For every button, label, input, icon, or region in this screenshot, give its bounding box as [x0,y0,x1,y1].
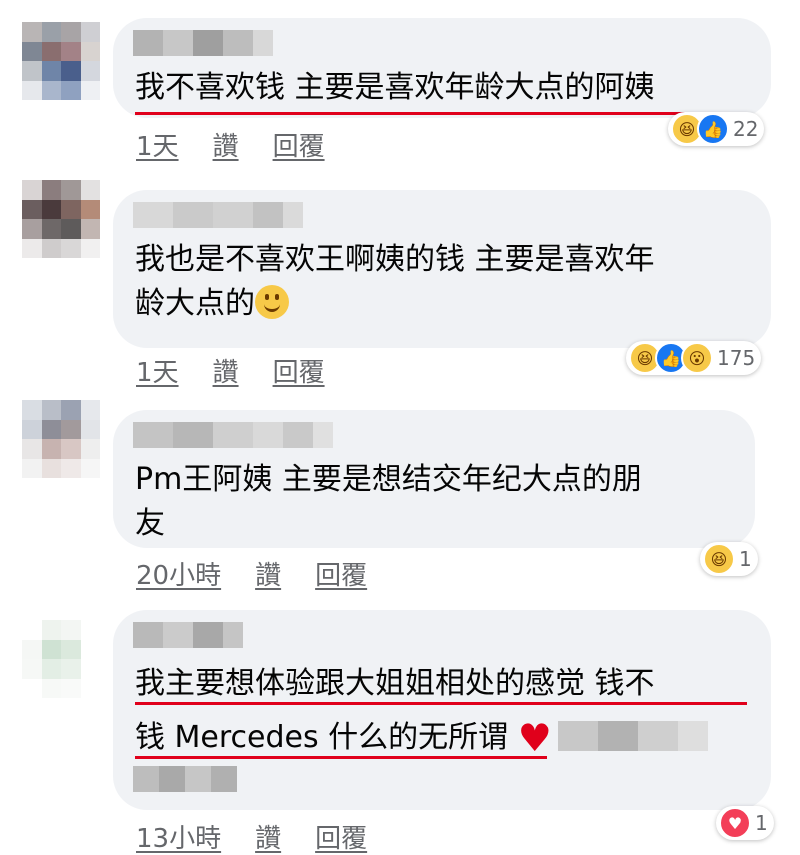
wow-reaction-icon: 😮 [681,342,713,374]
commenter-name-blurred[interactable] [133,622,243,648]
avatar[interactable] [22,180,100,258]
red-underline [135,756,547,759]
like-reaction-icon: 👍 [697,113,729,145]
comment-bubble: 我主要想体验跟大姐姐相处的感觉 钱不 钱 Mercedes 什么的无所谓 ♥ [113,610,771,810]
comment-bubble: 我不喜欢钱 主要是喜欢年龄大点的阿姨 [113,18,771,118]
comment-line: 龄大点的 [135,286,255,321]
love-reaction-icon: ♥ [719,807,751,839]
comment-bubble: Pm王阿姨 主要是想结交年纪大点的朋 友 [113,410,755,548]
comment-text: 我主要想体验跟大姐姐相处的感觉 钱不 钱 Mercedes 什么的无所谓 ♥ [135,662,708,760]
comment-actions: 13小時 讚 回覆 [136,818,367,855]
comment-line: Pm王阿姨 主要是想结交年纪大点的朋 [135,462,642,497]
reply-button[interactable]: 回覆 [315,818,367,855]
reply-button[interactable]: 回覆 [273,352,325,389]
reply-button[interactable]: 回覆 [315,555,367,592]
commenter-name-blurred[interactable] [133,202,303,228]
blurred-mention [597,721,638,751]
blurred-mention [677,721,708,751]
like-button[interactable]: 讚 [213,126,239,163]
reaction-summary[interactable]: ♥ 1 [716,806,774,840]
reaction-summary[interactable]: 😆 👍 😮 175 [626,341,762,375]
red-heart-icon: ♥ [517,716,552,760]
commenter-name-blurred[interactable] [133,30,273,56]
comment-actions: 1天 讚 回覆 [136,352,325,389]
comment-line: 友 [135,506,165,541]
timestamp-link[interactable]: 1天 [136,352,179,389]
reaction-count: 1 [739,547,752,571]
reaction-count: 1 [755,811,768,835]
timestamp-link[interactable]: 20小時 [136,555,221,592]
blurred-mention [637,721,678,751]
comment-line: 我主要想体验跟大姐姐相处的感觉 钱不 [135,666,655,701]
avatar[interactable] [22,620,100,698]
blurred-mention [557,721,598,751]
red-underline [135,112,747,115]
comment-text: 我也是不喜欢王啊姨的钱 主要是喜欢年 龄大点的 [135,238,655,326]
comment-line: 钱 Mercedes 什么的无所谓 [135,720,509,755]
commenter-name-blurred[interactable] [133,422,333,448]
comment-actions: 1天 讚 回覆 [136,126,325,163]
like-button[interactable]: 讚 [255,555,281,592]
blurred-mention [133,766,237,792]
comment-bubble: 我也是不喜欢王啊姨的钱 主要是喜欢年 龄大点的 [113,190,771,348]
reply-button[interactable]: 回覆 [273,126,325,163]
haha-reaction-icon: 😆 [703,543,735,575]
reaction-count: 175 [717,346,756,370]
slightly-smiling-face-icon [255,285,289,319]
timestamp-link[interactable]: 1天 [136,126,179,163]
comment-line: 我也是不喜欢王啊姨的钱 主要是喜欢年 [135,242,655,277]
avatar[interactable] [22,400,100,478]
timestamp-link[interactable]: 13小時 [136,818,221,855]
reaction-summary[interactable]: 😆 👍 22 [668,112,765,146]
comment-text: Pm王阿姨 主要是想结交年纪大点的朋 友 [135,458,642,546]
like-button[interactable]: 讚 [255,818,281,855]
comment-actions: 20小時 讚 回覆 [136,555,367,592]
comment-line: 我不喜欢钱 主要是喜欢年龄大点的阿姨 [135,70,655,105]
comment-text: 我不喜欢钱 主要是喜欢年龄大点的阿姨 [135,66,655,110]
avatar[interactable] [22,22,100,100]
red-underline [135,702,747,705]
reaction-summary[interactable]: 😆 1 [700,542,758,576]
reaction-count: 22 [733,117,759,141]
like-button[interactable]: 讚 [213,352,239,389]
